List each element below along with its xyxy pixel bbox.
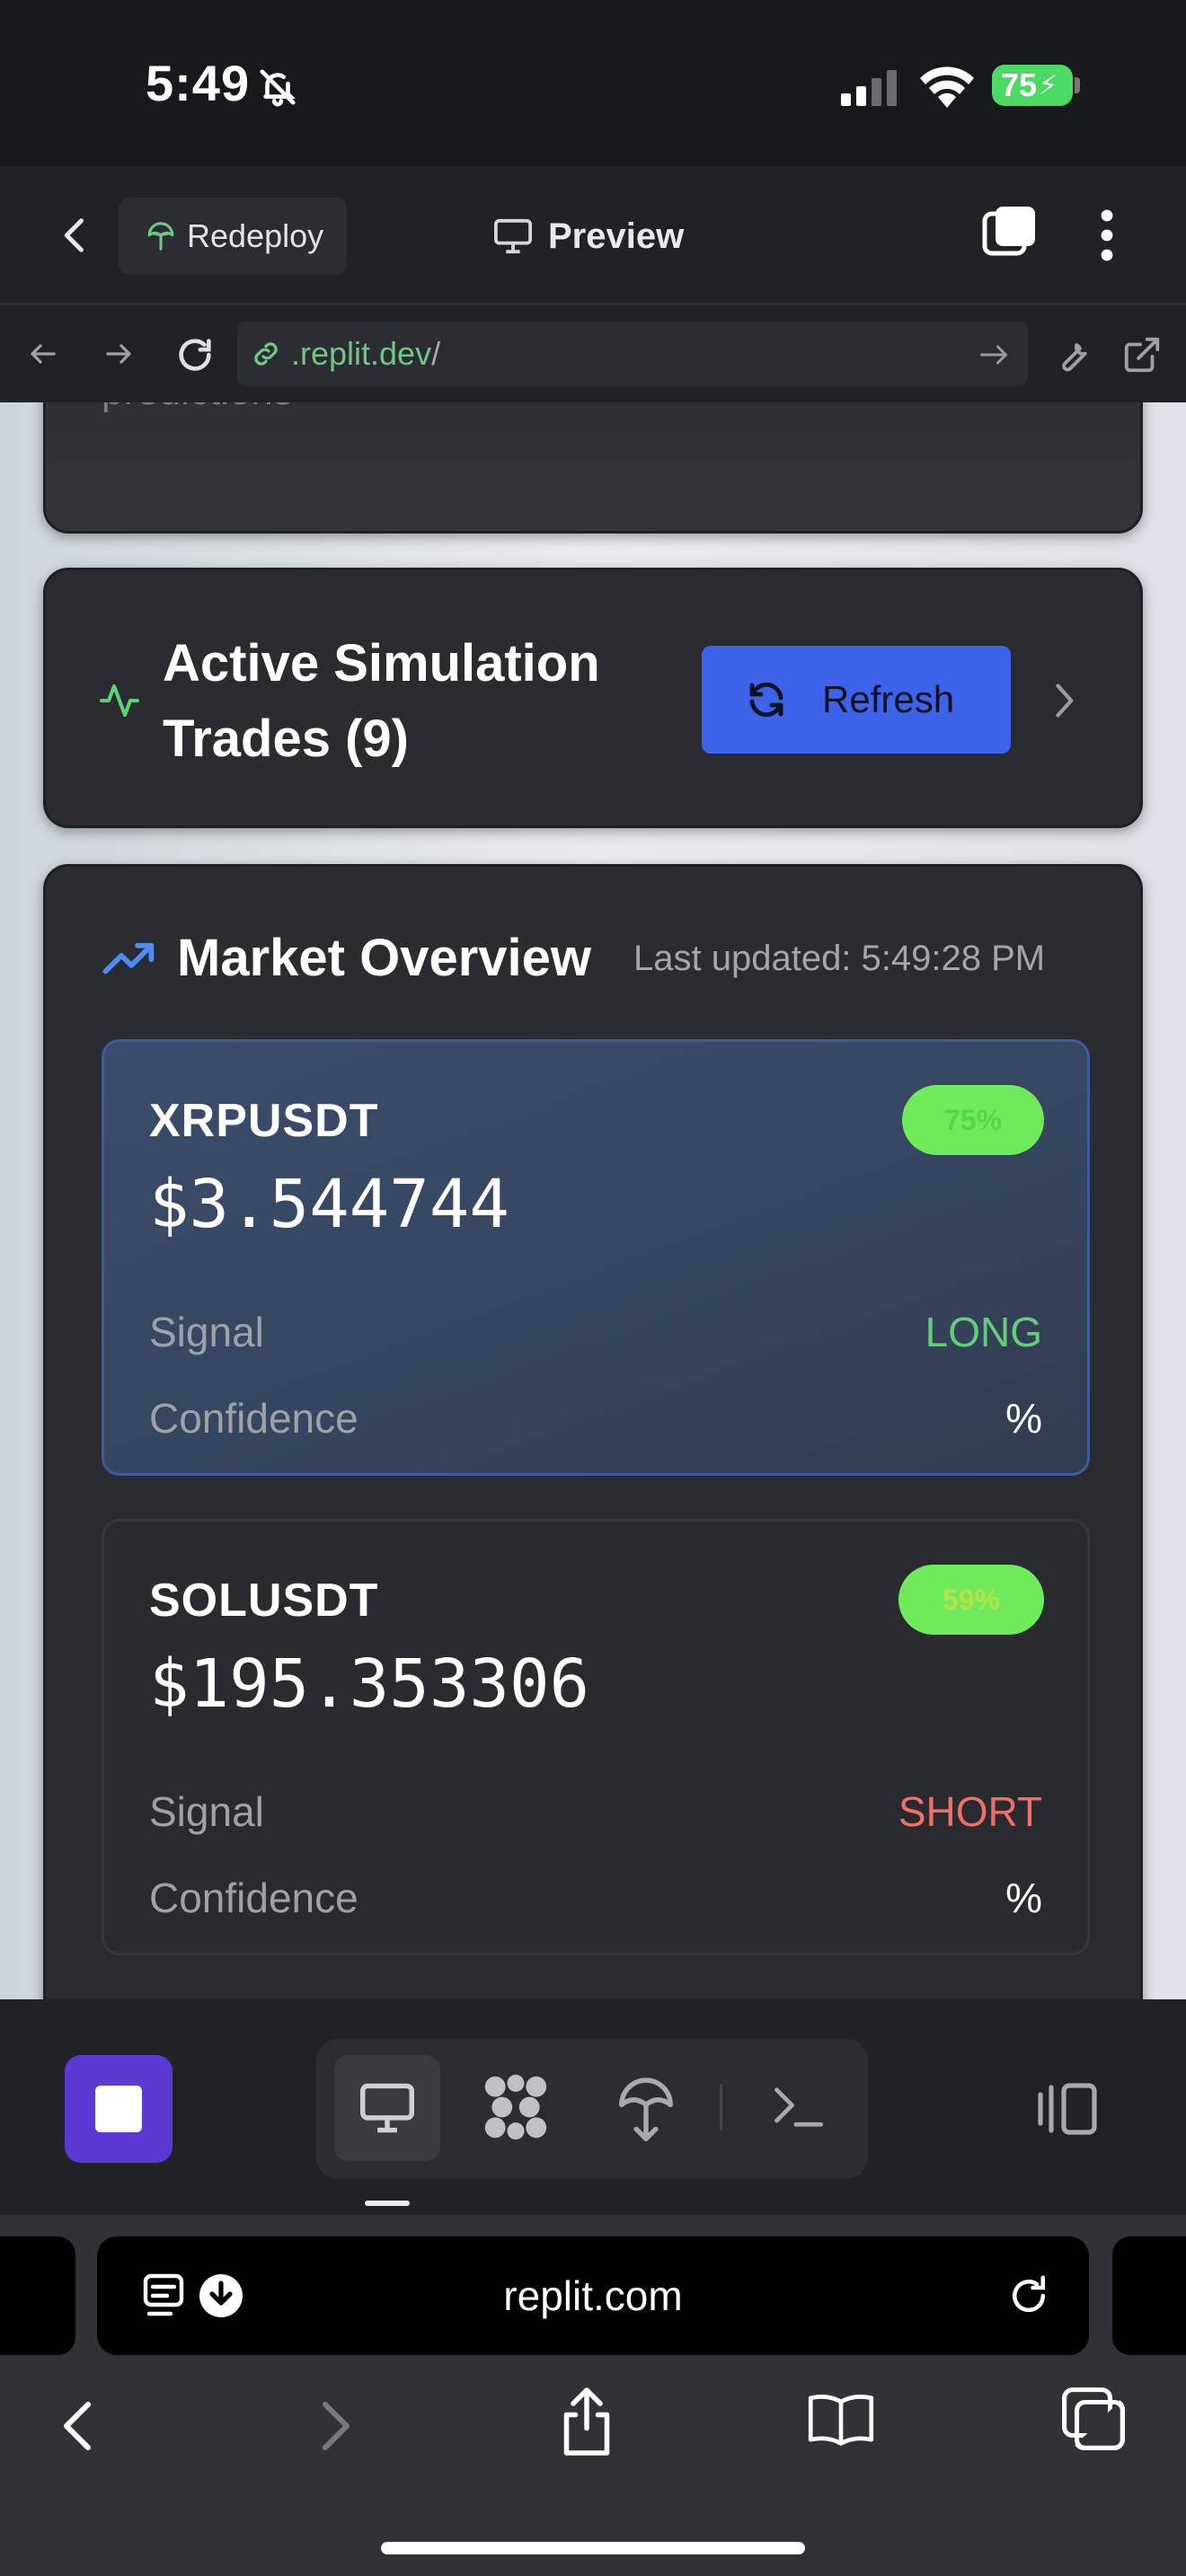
coin-symbol: SOLUSDT xyxy=(149,1575,379,1627)
safari-address-text: replit.com xyxy=(503,2272,683,2319)
back-chevron-icon[interactable] xyxy=(58,212,93,259)
coin-card-solusdt[interactable]: SOLUSDT $195.353306 59% Signal SHORT Con… xyxy=(102,1519,1090,1955)
page-menu-icon[interactable] xyxy=(142,2271,189,2321)
stop-button[interactable] xyxy=(65,2055,173,2163)
tabs-overview-icon[interactable] xyxy=(1060,2386,1127,2452)
tool-indicator xyxy=(365,2201,410,2206)
coin-price: $195.353306 xyxy=(149,1645,590,1723)
refresh-icon xyxy=(745,678,788,721)
more-options-icon[interactable] xyxy=(1089,208,1125,262)
nav-back-arrow-icon[interactable] xyxy=(25,338,61,370)
status-time: 5:49 xyxy=(146,55,251,111)
coin-price: $3.544744 xyxy=(149,1166,509,1243)
market-overview-card: Market Overview Last updated: 5:49:28 PM… xyxy=(43,864,1143,1999)
web-preview: predictions Active Simulation Trades (9)… xyxy=(0,402,1186,1999)
nav-forward-arrow-icon[interactable] xyxy=(101,338,137,370)
share-icon[interactable] xyxy=(557,2386,616,2457)
wifi-icon xyxy=(918,63,976,108)
signal-label: Signal xyxy=(149,1788,264,1835)
preview-title: Preview xyxy=(492,205,684,268)
monitor-icon xyxy=(492,217,534,255)
confidence-label: Confidence xyxy=(149,1395,358,1442)
predictions-text: predictions xyxy=(102,402,293,414)
activity-pulse-icon xyxy=(98,678,141,723)
bookmarks-icon[interactable] xyxy=(807,2389,875,2448)
battery-level: 75 xyxy=(1001,66,1038,103)
agent-tool-icon[interactable] xyxy=(482,2073,550,2141)
signal-value: LONG xyxy=(925,1309,1042,1355)
preview-label: Preview xyxy=(548,216,685,256)
stop-icon xyxy=(95,2086,142,2132)
redeploy-label: Redeploy xyxy=(187,217,324,254)
battery-indicator: 75 ⚡ xyxy=(992,65,1073,106)
trending-up-icon xyxy=(102,937,157,978)
link-icon xyxy=(250,338,282,370)
silent-mode-icon xyxy=(257,66,298,108)
page-reload-icon[interactable] xyxy=(1005,2271,1053,2321)
monitor-icon xyxy=(360,2083,414,2133)
market-overview-title: Market Overview xyxy=(177,929,592,987)
coin-symbol: XRPUSDT xyxy=(149,1095,379,1147)
deploy-icon xyxy=(146,221,176,251)
confidence-value: % xyxy=(1005,1395,1042,1442)
safari-forward-icon[interactable] xyxy=(316,2396,356,2456)
battery-cap xyxy=(1075,77,1080,93)
charging-bolt-icon: ⚡ xyxy=(1039,70,1058,101)
deployments-tool-icon[interactable] xyxy=(616,2073,676,2141)
split-view-icon[interactable] xyxy=(1035,2080,1100,2138)
tabs-icon[interactable] xyxy=(981,203,1039,260)
toolbar-divider xyxy=(720,2084,722,2130)
signal-label: Signal xyxy=(149,1309,264,1355)
refresh-label: Refresh xyxy=(822,678,955,720)
safari-back-icon[interactable] xyxy=(58,2396,97,2456)
reload-icon[interactable] xyxy=(174,334,216,375)
url-field[interactable]: .replit.dev/ xyxy=(237,322,1028,386)
signal-value: SHORT xyxy=(898,1788,1042,1835)
coin-card-xrpusdt[interactable]: XRPUSDT $3.544744 75% Signal LONG Confid… xyxy=(102,1039,1090,1476)
devtools-wrench-icon[interactable] xyxy=(1051,334,1093,375)
home-indicator xyxy=(381,2542,805,2554)
url-domain: .replit.dev xyxy=(291,335,432,372)
confidence-badge: 59% xyxy=(898,1565,1044,1635)
redeploy-button[interactable]: Redeploy xyxy=(119,198,347,275)
active-trades-title: Active Simulation Trades (9) xyxy=(163,634,600,768)
previous-tab[interactable] xyxy=(0,2236,75,2355)
confidence-badge: 75% xyxy=(902,1085,1044,1155)
shell-tool-icon[interactable] xyxy=(771,2082,825,2132)
confidence-value: % xyxy=(1005,1875,1042,1921)
last-updated-text: Last updated: 5:49:28 PM xyxy=(633,939,1046,978)
preview-tool-button[interactable] xyxy=(334,2055,440,2161)
predictions-card: predictions xyxy=(43,402,1143,534)
next-tab[interactable] xyxy=(1112,2236,1186,2355)
go-arrow-icon[interactable] xyxy=(978,341,1010,368)
url-path: / xyxy=(431,335,441,372)
refresh-button[interactable]: Refresh xyxy=(702,646,1011,754)
active-trades-card[interactable]: Active Simulation Trades (9) Refresh xyxy=(43,568,1143,828)
download-icon[interactable] xyxy=(198,2272,244,2319)
cellular-signal-icon xyxy=(839,68,900,106)
confidence-label: Confidence xyxy=(149,1875,358,1921)
expand-chevron-icon[interactable] xyxy=(1049,680,1079,721)
open-external-icon[interactable] xyxy=(1121,334,1163,375)
